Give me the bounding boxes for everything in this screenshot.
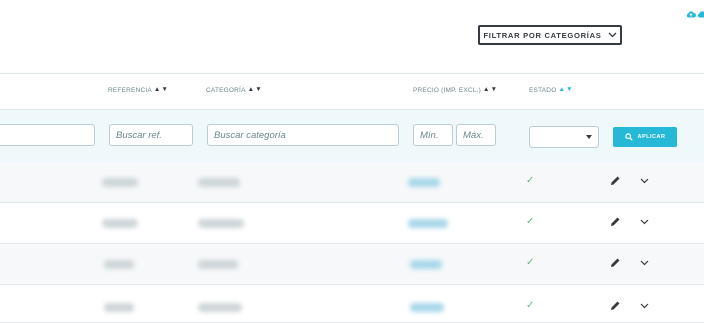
table-row: ✓: [0, 244, 704, 285]
import-export-icons: [686, 10, 704, 18]
edit-icon[interactable]: [609, 216, 621, 228]
apply-label: APLICAR: [637, 134, 666, 140]
status-check-icon[interactable]: ✓: [526, 216, 534, 227]
chevron-down-icon[interactable]: [640, 178, 649, 184]
status-check-icon[interactable]: ✓: [526, 300, 534, 311]
column-header-status[interactable]: Estado ▲ ▼: [529, 87, 573, 94]
caret-down-icon: [586, 135, 592, 139]
category-filter-input[interactable]: Buscar categoría: [207, 124, 399, 146]
edit-icon[interactable]: [609, 257, 621, 269]
cloud-download-icon[interactable]: [697, 10, 704, 18]
cloud-upload-icon[interactable]: [686, 10, 696, 18]
reference-cell-redacted: [104, 260, 134, 269]
price-cell-redacted: [408, 178, 440, 187]
price-cell-redacted: [410, 260, 442, 269]
chevron-down-icon[interactable]: [640, 303, 649, 309]
category-cell-redacted: [198, 219, 244, 228]
price-cell-redacted: [410, 303, 444, 312]
name-filter-input[interactable]: [0, 124, 95, 146]
reference-filter-input[interactable]: Buscar ref.: [109, 124, 193, 146]
sort-icon[interactable]: ▲ ▼: [248, 87, 262, 94]
column-header-price[interactable]: Precio (imp. excl.) ▲ ▼: [413, 87, 497, 94]
category-cell-redacted: [198, 260, 238, 269]
column-header-reference[interactable]: Referencia ▲ ▼: [108, 87, 168, 94]
reference-cell-redacted: [104, 303, 134, 312]
sort-icon[interactable]: ▲ ▼: [483, 87, 497, 94]
status-filter-select[interactable]: [529, 126, 599, 148]
price-cell-redacted: [408, 219, 448, 228]
reference-cell-redacted: [102, 178, 138, 187]
status-check-icon[interactable]: ✓: [526, 175, 534, 186]
search-icon: [624, 133, 633, 141]
edit-icon[interactable]: [609, 175, 621, 187]
filter-by-category-label: FILTRAR POR CATEGORÍAS: [483, 30, 602, 40]
price-max-input[interactable]: Máx.: [456, 124, 496, 146]
column-header-category[interactable]: Categoría ▲ ▼: [206, 87, 262, 94]
table-header-row: Referencia ▲ ▼ Categoría ▲ ▼ Precio (imp. …: [0, 73, 704, 110]
price-min-input[interactable]: Mín.: [413, 124, 453, 146]
status-check-icon[interactable]: ✓: [526, 257, 534, 268]
sort-icon[interactable]: ▲ ▼: [154, 87, 168, 94]
chevron-down-icon: [608, 32, 616, 38]
table-row: ✓: [0, 203, 704, 244]
edit-icon[interactable]: [609, 300, 621, 312]
table-row: ✓: [0, 285, 704, 323]
apply-filters-button[interactable]: APLICAR: [613, 127, 677, 147]
filter-by-category-button[interactable]: FILTRAR POR CATEGORÍAS: [478, 25, 622, 45]
chevron-down-icon[interactable]: [640, 219, 649, 225]
table-row: ✓: [0, 162, 704, 203]
category-cell-redacted: [198, 303, 242, 312]
chevron-down-icon[interactable]: [640, 260, 649, 266]
sort-icon[interactable]: ▲ ▼: [558, 87, 572, 94]
reference-cell-redacted: [102, 219, 138, 228]
category-cell-redacted: [198, 178, 240, 187]
filter-row: Buscar ref. Buscar categoría Mín. Máx.: [0, 110, 704, 162]
